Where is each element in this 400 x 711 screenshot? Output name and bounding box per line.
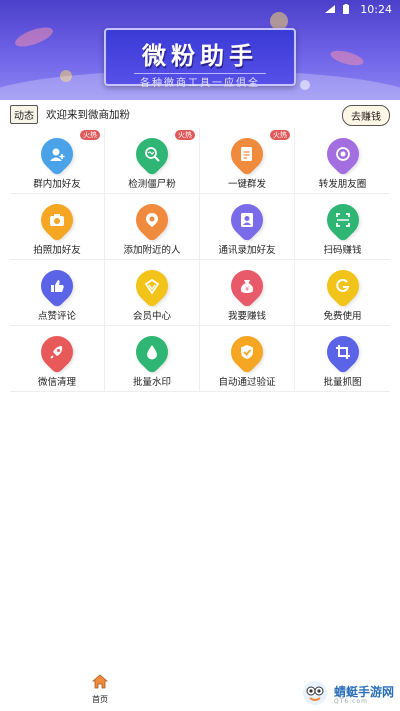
member-icon	[129, 263, 175, 309]
decor-shape	[329, 47, 365, 69]
svg-text:¥: ¥	[245, 286, 249, 293]
tool-label: 自动通过验证	[218, 377, 276, 388]
crop-icon	[319, 329, 366, 375]
tool-item[interactable]: 拍照加好友	[10, 194, 105, 260]
battery-icon	[342, 4, 354, 14]
tool-item[interactable]: 转发朋友圈	[295, 128, 390, 194]
tool-item[interactable]: 通讯录加好友	[200, 194, 295, 260]
watermark: 蜻蜓手游网 QT6.com	[300, 678, 394, 711]
tool-label: 免费使用	[323, 311, 362, 322]
tool-item[interactable]: 自动通过验证	[200, 326, 295, 392]
hot-badge: 火热	[80, 130, 100, 140]
free-icon	[319, 263, 366, 309]
scan-icon	[319, 197, 366, 243]
hot-badge: 火热	[270, 130, 290, 140]
app-subtitle: 各种微商工具一应俱全	[134, 73, 266, 89]
tool-label: 微信清理	[37, 377, 76, 388]
detect-icon	[129, 131, 175, 177]
tool-label: 点赞评论	[37, 311, 76, 322]
decor-shape	[12, 23, 56, 51]
bottom-nav: 首页 蜻蜓手游网 QT6.com	[0, 672, 400, 711]
tool-item[interactable]: ¥ 我要赚钱	[200, 260, 295, 326]
tool-label: 通讯录加好友	[218, 245, 276, 256]
tool-label: 批量水印	[132, 377, 171, 388]
nav-home-label: 首页	[92, 695, 108, 704]
tool-item[interactable]: 点赞评论	[10, 260, 105, 326]
contacts-icon	[224, 197, 270, 243]
tool-item[interactable]: 群内加好友 火热	[10, 128, 105, 194]
tool-item[interactable]: 添加附近的人	[105, 194, 200, 260]
tool-item[interactable]: 免费使用	[295, 260, 390, 326]
tool-item[interactable]: 会员中心	[105, 260, 200, 326]
dragonfly-logo-icon	[300, 678, 330, 711]
tool-label: 我要赚钱	[227, 311, 266, 322]
watermark-text: 蜻蜓手游网	[333, 684, 394, 699]
tool-label: 批量抓图	[323, 377, 362, 388]
tool-label: 检测僵尸粉	[128, 179, 176, 190]
tool-item[interactable]: 一键群发 火热	[200, 128, 295, 194]
notice-bar: 动态 欢迎来到微商加粉 去赚钱	[0, 103, 400, 126]
hot-badge: 火热	[175, 130, 195, 140]
home-icon	[91, 674, 109, 693]
status-bar: 10:24	[0, 0, 400, 18]
tool-label: 拍照加好友	[33, 245, 81, 256]
tool-item[interactable]: 批量水印	[105, 326, 200, 392]
rocket-icon	[34, 329, 80, 375]
location-icon	[129, 197, 175, 243]
tool-label: 会员中心	[132, 311, 171, 322]
moments-icon	[319, 131, 366, 177]
tool-label: 扫码赚钱	[323, 245, 362, 256]
tool-label: 群内加好友	[33, 179, 81, 190]
tool-item[interactable]: 扫码赚钱	[295, 194, 390, 260]
notice-text: 欢迎来到微商加粉	[46, 108, 130, 121]
tool-item[interactable]: 批量抓图	[295, 326, 390, 392]
watermark-sub: QT6.com	[333, 697, 368, 705]
water-drop-icon	[129, 329, 175, 375]
money-bag-icon: ¥	[224, 263, 270, 309]
broadcast-icon	[224, 131, 270, 177]
tool-label: 一键群发	[227, 179, 266, 190]
notice-tag: 动态	[10, 104, 38, 124]
group-add-icon	[34, 131, 80, 177]
app-title: 微粉助手	[142, 41, 258, 70]
nav-home-tab[interactable]: 首页	[86, 674, 114, 705]
tools-grid: 群内加好友 火热 检测僵尸粉 火热 一键群发 火热 转发朋友圈 拍照加好友 添加附近的人 通讯录加…	[10, 128, 390, 392]
tool-label: 转发朋友圈	[318, 179, 367, 190]
tool-label: 添加附近的人	[123, 245, 181, 256]
status-time: 10:24	[360, 2, 392, 16]
earn-money-button[interactable]: 去赚钱	[342, 105, 390, 126]
camera-icon	[34, 197, 80, 243]
thumb-up-icon	[34, 263, 80, 309]
shield-check-icon	[224, 329, 270, 375]
tool-item[interactable]: 检测僵尸粉 火热	[105, 128, 200, 194]
banner-card: 微粉助手 各种微商工具一应俱全	[104, 28, 296, 89]
signal-icon	[324, 4, 336, 14]
tool-item[interactable]: 微信清理	[10, 326, 105, 392]
